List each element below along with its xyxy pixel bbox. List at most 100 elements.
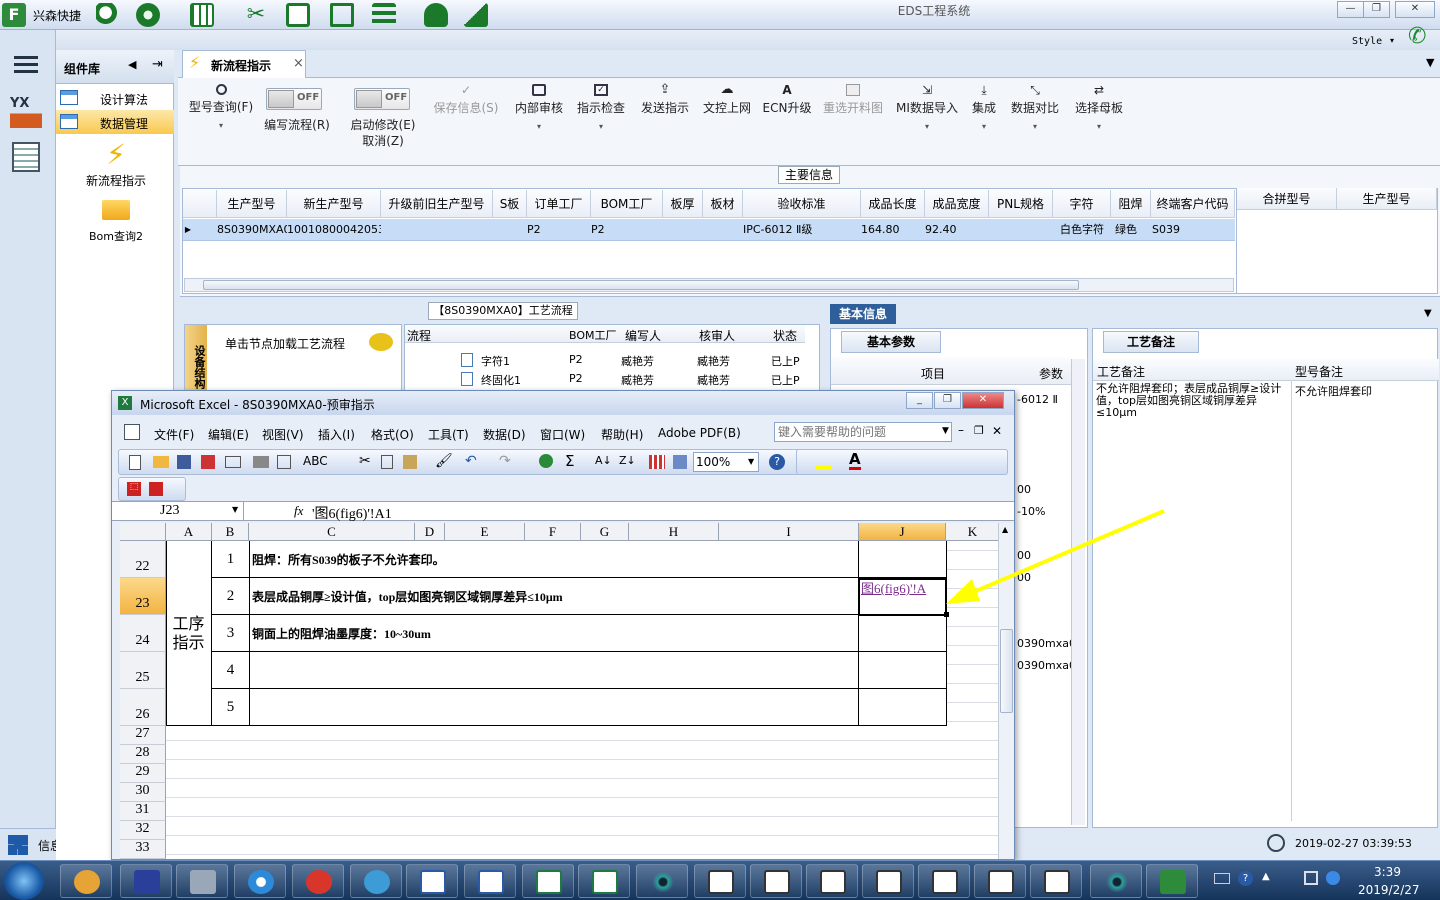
format-painter-icon[interactable]: 🖌	[435, 453, 453, 469]
sheet-icon[interactable]	[124, 424, 140, 440]
menu-help[interactable]: 帮助(H)	[601, 426, 643, 443]
doc-restore-icon[interactable]: ❐	[974, 424, 984, 437]
col-header[interactable]: 新生产型号	[287, 190, 381, 218]
col-header[interactable]: 型号备注	[1295, 363, 1343, 380]
data-compare-button[interactable]: ⤡ 数据对比 ▾	[1008, 82, 1062, 131]
cell-index[interactable]: 2	[212, 588, 249, 605]
taskbar-x-app-button[interactable]	[974, 864, 1026, 898]
row-header[interactable]: 27	[120, 726, 166, 745]
horizontal-scrollbar[interactable]	[184, 278, 1234, 292]
menu-file[interactable]: 文件(F)	[154, 426, 194, 443]
drawing-icon[interactable]	[673, 455, 687, 469]
row-header-selected[interactable]: 23	[120, 578, 166, 615]
zoom-select[interactable]: 100% ▼	[693, 452, 759, 472]
cell-index[interactable]: 1	[212, 551, 249, 568]
col-header[interactable]: I	[719, 523, 859, 541]
formula-text[interactable]: '图6(fig6)'!A1	[312, 503, 392, 523]
menu-view[interactable]: 视图(V)	[262, 426, 304, 443]
taskbar-word-button[interactable]	[406, 864, 458, 898]
col-header[interactable]: 升级前旧生产型号	[381, 190, 493, 218]
taskbar-scanner-button[interactable]	[176, 864, 228, 898]
style-dropdown-icon[interactable]: ▾	[1390, 36, 1394, 45]
cell-instruction[interactable]: 表层成品铜厚≥设计值，top层如图亮铜区域铜厚差异≤10μm	[252, 588, 563, 605]
cell-index[interactable]: 5	[212, 699, 249, 716]
tree-row[interactable]: 终固化1 P2 臧艳芳 臧艳芳 已上P	[405, 370, 805, 388]
taskbar-word-button-2[interactable]	[464, 864, 516, 898]
taskbar-save-button[interactable]	[120, 864, 172, 898]
cell[interactable]: 白色字符	[1053, 219, 1111, 241]
col-header-selected[interactable]: J	[859, 523, 946, 541]
help-dropdown-icon[interactable]: ▼	[942, 426, 949, 436]
col-header[interactable]: 生产型号	[217, 190, 287, 218]
row-header[interactable]: 26	[120, 689, 166, 726]
hyperlink-cell[interactable]: 图6(fig6)'!A	[861, 581, 945, 597]
col-header[interactable]: H	[629, 523, 719, 541]
row-header[interactable]: 28	[120, 745, 166, 764]
font-color-icon[interactable]: A	[849, 451, 861, 470]
open-icon[interactable]	[153, 456, 169, 468]
cell-instruction[interactable]: 铜面上的阻焊油墨厚度：10~30um	[252, 625, 431, 642]
taskbar-x-app-button[interactable]	[918, 864, 970, 898]
chat-bubble-icon[interactable]	[369, 333, 393, 351]
autosum-icon[interactable]: Σ	[565, 452, 574, 470]
pdf-email-icon[interactable]	[149, 482, 163, 496]
taskbar-ie-button[interactable]	[234, 864, 286, 898]
cell-index[interactable]: 4	[212, 662, 249, 679]
col-header[interactable]: 流程	[407, 327, 431, 344]
col-header[interactable]: BOM工厂	[569, 327, 617, 343]
phone-icon[interactable]: ✆	[1408, 24, 1426, 49]
fill-color-icon[interactable]	[815, 454, 831, 470]
cell-index[interactable]: 3	[212, 625, 249, 642]
select-mother-board-button[interactable]: ⇄ 选择母板 ▾	[1072, 82, 1126, 131]
sort-desc-icon[interactable]: Z↓	[619, 454, 636, 467]
taskbar-x-app-button[interactable]	[750, 864, 802, 898]
excel-restore-button[interactable]: ❐	[934, 392, 961, 409]
row-header[interactable]: 24	[120, 615, 166, 652]
redo-icon[interactable]: ↷	[499, 453, 511, 469]
excel-close-button[interactable]: ✕	[962, 392, 1004, 409]
col-header[interactable]: 项目	[921, 365, 945, 382]
cell[interactable]: 8S0390MXA0	[217, 219, 287, 241]
function-icon[interactable]: fx	[294, 503, 303, 519]
menu-format[interactable]: 格式(O)	[371, 426, 414, 443]
cell[interactable]: 10010800042053	[287, 219, 381, 241]
internal-review-button[interactable]: 内部审核 ▾	[512, 82, 566, 131]
pin-icon[interactable]: ⇥	[152, 57, 163, 72]
taskbar-shell-button[interactable]	[60, 864, 112, 898]
merged-cell-label[interactable]: 工序指示	[166, 541, 212, 726]
row-header[interactable]: 32	[120, 821, 166, 840]
row-header[interactable]: 22	[120, 541, 166, 578]
col-header[interactable]: 阻焊	[1111, 190, 1151, 218]
cell[interactable]: 绿色	[1111, 219, 1141, 241]
mi-data-import-button[interactable]: ⇲ MI数据导入 ▾	[894, 82, 960, 131]
doc-close-icon[interactable]: ✕	[992, 424, 1002, 438]
hyperlink-icon[interactable]	[539, 454, 553, 468]
col-header[interactable]: S板	[493, 190, 527, 218]
component-item-data-management[interactable]: 数据管理	[56, 110, 174, 134]
cell[interactable]: P2	[591, 219, 607, 241]
print-icon[interactable]	[253, 456, 269, 468]
tray-date[interactable]: 2019/2/27	[1358, 883, 1420, 897]
tab-process-notes[interactable]: 工艺备注	[1103, 331, 1199, 353]
tab-basic-params[interactable]: 基本参数	[841, 331, 941, 353]
cell-instruction[interactable]: 阻焊：所有S039的板子不允许套印。	[252, 551, 445, 568]
menu-window[interactable]: 窗口(W)	[540, 426, 585, 443]
undo-icon[interactable]: ↶	[465, 453, 477, 469]
col-header[interactable]: G	[581, 523, 629, 541]
tile-new-process[interactable]: ⚡ 新流程指示	[66, 138, 166, 188]
tray-time[interactable]: 3:39	[1374, 865, 1401, 879]
windows-tiles-icon[interactable]	[8, 835, 28, 855]
taskbar-x-app-button[interactable]	[1030, 864, 1082, 898]
tray-expand-icon[interactable]: ▲	[1262, 871, 1270, 882]
close-window-button[interactable]: ✕	[1395, 1, 1435, 18]
sort-asc-icon[interactable]: A↓	[595, 454, 612, 467]
row-header[interactable]: 29	[120, 764, 166, 783]
tab-new-process[interactable]: ⚡ 新流程指示 ×	[182, 50, 306, 78]
excel-minimize-button[interactable]: _	[906, 392, 933, 409]
menu-data[interactable]: 数据(D)	[483, 426, 526, 443]
cancel-label[interactable]: 取消(Z)	[348, 132, 418, 149]
tabs-dropdown-icon[interactable]: ▼	[1426, 56, 1434, 69]
calculator-icon[interactable]	[12, 142, 40, 172]
cell[interactable]: P2	[527, 219, 541, 241]
taskbar-messenger-button[interactable]	[350, 864, 402, 898]
